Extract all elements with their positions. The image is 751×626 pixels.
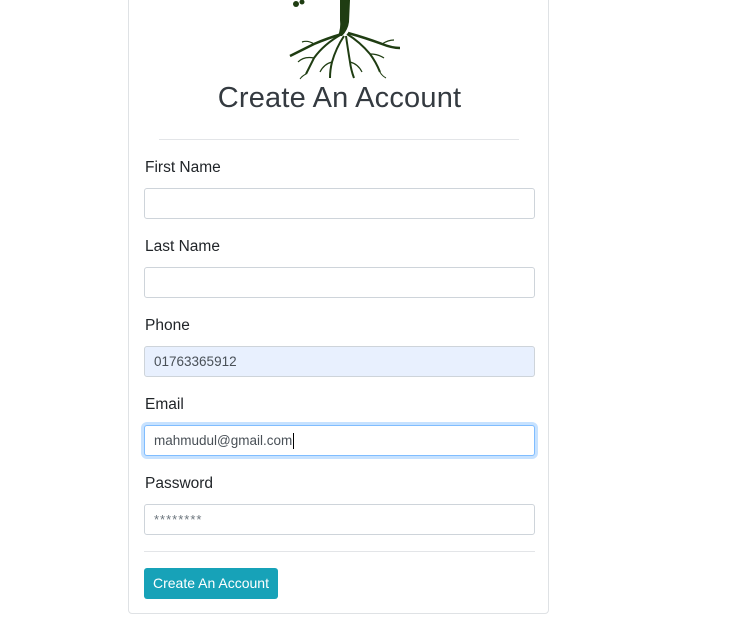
password-field[interactable]: ******** bbox=[144, 504, 535, 535]
page-title: Create An Account bbox=[217, 82, 462, 114]
last-name-field[interactable] bbox=[144, 267, 535, 298]
email-label: Email bbox=[145, 396, 184, 413]
password-label: Password bbox=[145, 475, 214, 492]
text-caret bbox=[293, 433, 295, 450]
phone-field[interactable]: 01763365912 bbox=[144, 346, 535, 377]
tree-logo-icon bbox=[289, 0, 401, 80]
password-mask: ******** bbox=[154, 512, 203, 527]
first-name-label: First Name bbox=[145, 159, 221, 176]
email-field[interactable]: mahmudul@gmail.com bbox=[144, 425, 535, 456]
last-name-label: Last Name bbox=[145, 238, 220, 255]
divider bbox=[144, 551, 535, 552]
first-name-field[interactable] bbox=[144, 188, 535, 219]
divider bbox=[159, 139, 519, 140]
phone-label: Phone bbox=[145, 317, 190, 334]
create-account-button[interactable]: Create An Account bbox=[144, 568, 278, 599]
email-value: mahmudul@gmail.com bbox=[154, 433, 293, 448]
